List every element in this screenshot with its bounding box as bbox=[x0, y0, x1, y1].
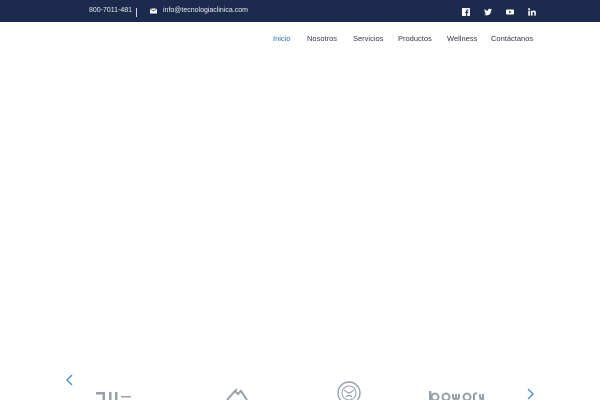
partner-logo-1[interactable] bbox=[96, 390, 140, 400]
twitter-icon[interactable] bbox=[483, 7, 492, 16]
envelope-icon bbox=[150, 7, 157, 13]
facebook-icon[interactable] bbox=[461, 7, 470, 16]
nav-item-productos[interactable]: Productos bbox=[398, 34, 432, 43]
top-bar-divider bbox=[136, 8, 137, 17]
nav-item-nosotros[interactable]: Nosotros bbox=[307, 34, 337, 43]
partner-logo-2[interactable] bbox=[225, 388, 249, 400]
nav-item-servicios[interactable]: Servicios bbox=[353, 34, 383, 43]
chevron-left-icon[interactable] bbox=[65, 373, 75, 386]
partner-logo-4[interactable] bbox=[429, 391, 493, 400]
nav-item-contactanos[interactable]: Contáctanos bbox=[491, 34, 533, 43]
linkedin-icon[interactable] bbox=[527, 7, 536, 16]
hero-section bbox=[0, 22, 600, 362]
email-address: info@tecnologiaclinica.com bbox=[163, 7, 248, 14]
phone-number[interactable]: 800-7011-481 bbox=[89, 7, 132, 14]
chevron-right-icon[interactable] bbox=[525, 387, 535, 400]
youtube-icon[interactable] bbox=[505, 7, 514, 16]
email-link[interactable]: info@tecnologiaclinica.com bbox=[150, 7, 248, 14]
nav-item-wellness[interactable]: Wellness bbox=[447, 34, 477, 43]
nav-item-inicio[interactable]: Inicio bbox=[273, 34, 291, 43]
main-nav: Inicio Nosotros Servicios Productos Well… bbox=[0, 34, 600, 44]
top-bar: 800-7011-481 info@tecnologiaclinica.com bbox=[0, 0, 600, 22]
partner-logo-3[interactable] bbox=[334, 381, 364, 400]
